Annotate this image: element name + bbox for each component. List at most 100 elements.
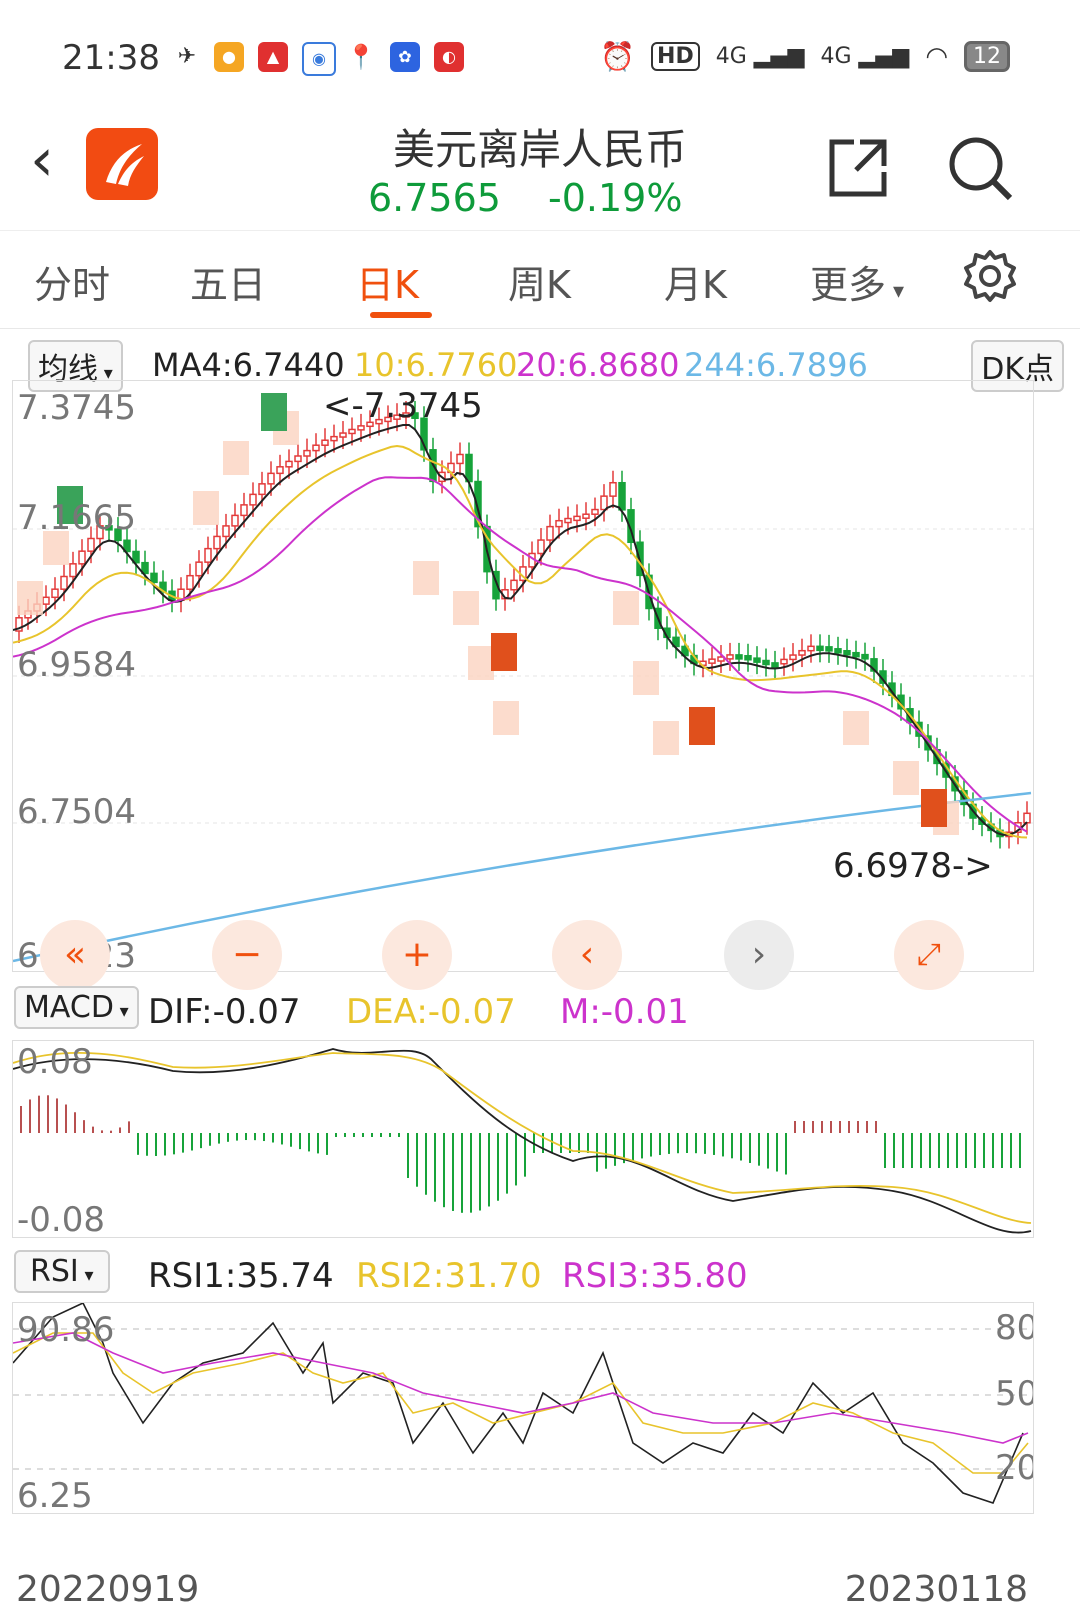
app-notification-icon: ◐ [434,42,464,72]
candle-body [69,563,77,578]
ma10-line [12,444,1028,839]
status-time: 21:38 [62,38,160,78]
tab-daily-k[interactable]: 日K [356,254,419,309]
candle-body [555,519,563,528]
candle-body [294,455,302,463]
rsi-y-top: 90.86 [17,1310,114,1350]
baidu-icon: ✿ [390,42,420,72]
candle-body [222,525,230,538]
candle-body [150,572,158,584]
scroll-left-fast-button[interactable]: « [40,920,110,990]
scroll-left-button[interactable]: ‹ [552,920,622,990]
candle-body [348,428,356,435]
candle-body [285,460,293,468]
y-label: 6.9584 [17,645,136,685]
settings-button[interactable] [960,246,1020,306]
ma10-value: 10:6.7760 [354,346,518,384]
zoom-in-button[interactable]: + [382,920,452,990]
candle-body [51,588,59,599]
td-marker [223,441,249,475]
rsi3-value: RSI3:35.80 [562,1256,748,1296]
tab-monthly-k[interactable]: 月K [664,254,727,309]
rsi3-line [12,1332,1029,1444]
td-marker [468,646,494,680]
candle-body [249,493,257,506]
candle-body [861,653,869,660]
candle-body [582,513,590,519]
candle-body [465,453,473,483]
ma20-line [12,476,1028,833]
td-sequence-markers [17,393,959,835]
td-marker [453,591,479,625]
candle-body [195,561,203,577]
candle-body [573,515,581,522]
page-title: 美元离岸人民币 [392,125,687,174]
rsi-lines [12,1301,1029,1504]
gear-icon [964,250,1016,302]
td-nine-marker [261,393,287,431]
macd-dea: DEA:-0.07 [346,992,516,1032]
ma4-value: MA4:6.7440 [152,346,345,384]
dropdown-icon: ▾ [78,1265,94,1286]
candle-body [744,655,752,661]
candle-body [807,645,815,652]
candle-body [276,466,284,475]
tab-more[interactable]: 更多 ▾ [810,254,904,309]
fullscreen-button[interactable]: ⤢ [894,920,964,990]
tab-weekly-k[interactable]: 周K [508,254,571,309]
td-marker [17,581,43,615]
y-label: 7.1665 [17,498,136,538]
candle-body [60,575,68,590]
rsi-svg: 90.86 6.25 80 50 20 [12,1301,1038,1516]
candle-body [1023,812,1031,824]
signal-icon: 4G ▂▄▆ [715,44,805,69]
date-end: 20230118 [844,1569,1028,1610]
tab-five-day[interactable]: 五日 [190,254,266,309]
share-icon [829,139,887,197]
candle-body [231,514,239,527]
share-button[interactable] [824,132,894,202]
td-marker [653,721,679,755]
app-notification-icon: ▲ [258,42,288,72]
rsi-selector[interactable]: RSI ▾ [14,1250,110,1293]
candle-body [267,472,275,485]
macd-chart[interactable]: 0.08 -0.08 [12,1040,1034,1240]
candle-body [303,449,311,457]
candle-body [186,574,194,590]
candle-body [834,648,842,654]
period-tabs: 分时 五日 日K 周K 月K 更多 ▾ [0,232,1080,329]
search-button[interactable] [944,132,1014,202]
rsi1-value: RSI1:35.74 [148,1256,334,1296]
app-notification-icon: ● [214,42,244,72]
td-marker [613,591,639,625]
date-start: 20220919 [16,1569,200,1610]
candle-body [456,453,464,465]
candle-body [852,651,860,658]
rsi-level-50: 50 [995,1374,1033,1414]
zoom-out-button[interactable]: − [212,920,282,990]
candle-body [537,539,545,555]
td-marker [893,761,919,795]
header: ‹ 美元离岸人民币 6.7565 -0.19% [0,110,1080,231]
rsi-chart[interactable]: 90.86 6.25 80 50 20 [12,1301,1038,1516]
rsi-indicator-bar: RSI ▾ RSI1:35.74 RSI2:31.70 RSI3:35.80 [0,1244,1080,1300]
rsi2-line [12,1332,1029,1474]
macd-selector[interactable]: MACD ▾ [14,986,139,1029]
candle-body [708,658,716,664]
rsi1-line [12,1301,1024,1504]
candle-body [321,439,329,446]
td-nine-marker [689,707,715,745]
kline-chart[interactable]: 7.3745 7.1665 6.9584 6.7504 6.5423 <-7.3… [12,380,1034,976]
candle-body [258,483,266,496]
candle-body [843,649,851,656]
candle-body [42,596,50,605]
hd-icon: HD [651,42,700,71]
date-axis: 20220919 20230118 [0,1565,1080,1615]
low-annotation: 6.6978-> [833,846,993,886]
td-nine-marker [921,789,947,827]
scroll-right-button[interactable]: › [724,920,794,990]
active-tab-indicator [370,312,432,318]
tab-intraday[interactable]: 分时 [34,254,110,309]
ma20-value: 20:6.8680 [516,346,680,384]
candle-body [591,508,599,515]
